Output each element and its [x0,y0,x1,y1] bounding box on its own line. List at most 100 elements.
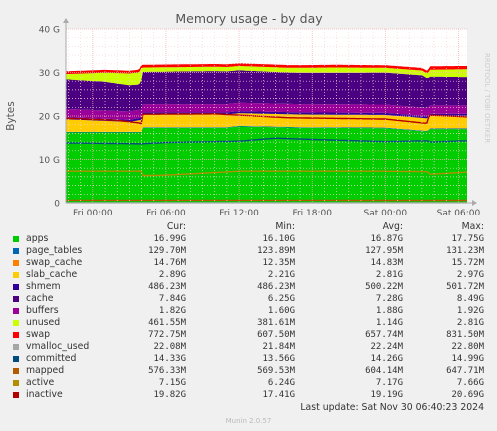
legend-name: swap [26,329,51,340]
legend-row-slab-cache: slab_cache 2.89G 2.21G 2.81G 2.97G [0,269,497,281]
x-tick-label: Fri 00:00 [73,209,113,215]
legend-header-cur: Cur: [166,221,186,232]
legend-header-max: Max: [461,221,484,232]
legend-row-unused: unused 461.55M 381.61M 1.14G 2.81G [0,317,497,329]
legend-name: shmem [26,281,61,292]
legend-max: 2.97G [456,270,484,280]
legend-name: cache [26,293,54,304]
legend-row-shmem: shmem 486.23M 486.23M 500.22M 501.72M [0,281,497,293]
memory-chart: Memory usage - by day Bytes RRDTOOL / TO… [5,11,491,215]
legend-min: 6.25G [267,294,295,304]
legend-max: 20.69G [451,390,484,400]
legend-avg: 2.81G [375,270,403,280]
legend-cur: 7.84G [158,294,186,304]
legend-swatch [13,320,19,326]
legend-row-vmalloc-used: vmalloc_used 22.08M 21.84M 22.24M 22.80M [0,341,497,353]
legend-cur: 486.23M [148,282,186,292]
legend-min: 16.10G [262,234,295,244]
legend-name: apps [26,233,49,244]
legend-name: buffers [26,305,59,316]
legend-avg: 1.88G [375,306,403,316]
legend-max: 7.66G [456,378,484,388]
legend-max: 15.72M [451,258,484,268]
legend-name: inactive [26,389,63,400]
legend-min: 607.50M [257,330,295,340]
legend-avg: 14.26G [370,354,403,364]
y-tick-label: 30 G [39,69,60,79]
x-axis-arrow [472,200,477,206]
legend-row-cache: cache 7.84G 6.25G 7.28G 8.49G [0,293,497,305]
y-axis-label: Bytes [5,101,17,130]
legend-min: 17.41G [262,390,295,400]
legend-max: 14.99G [451,354,484,364]
legend-header-avg: Avg: [382,221,403,232]
x-tick-label: Fri 12:00 [219,209,259,215]
legend-row-page-tables: page_tables 129.70M 123.89M 127.95M 131.23M [0,245,497,257]
y-tick-label: 0 [54,200,60,210]
legend-avg: 1.14G [375,318,403,328]
legend-avg: 14.83M [370,258,403,268]
legend-max: 831.50M [446,330,484,340]
legend-row-apps: apps 16.99G 16.10G 16.87G 17.75G [0,233,497,245]
legend-cur: 2.89G [158,270,186,280]
legend-name: swap_cache [26,257,83,268]
legend-row-committed: committed 14.33G 13.56G 14.26G 14.99G [0,353,497,365]
legend-cur: 461.55M [148,318,186,328]
legend-swatch [13,236,19,242]
legend-name: page_tables [26,245,83,256]
legend-max: 2.81G [456,318,484,328]
legend-cur: 1.82G [158,306,186,316]
legend-swatch [13,260,19,266]
legend-min: 486.23M [257,282,295,292]
legend-name: active [26,377,55,388]
legend-swatch [13,284,19,290]
legend-max: 17.75G [451,234,484,244]
legend-cur: 14.33G [153,354,186,364]
legend-min: 123.89M [257,246,295,256]
legend-avg: 604.14M [365,366,403,376]
legend-min: 2.21G [267,270,295,280]
chart-title: Memory usage - by day [175,11,323,26]
legend-min: 569.53M [257,366,295,376]
legend-swatch [13,356,19,362]
legend-swatch [13,308,19,314]
legend-max: 647.71M [446,366,484,376]
legend-header-min: Min: [275,221,295,232]
y-tick-label: 20 G [39,113,60,123]
y-tick-label: 40 G [39,26,60,36]
y-tick-label: 10 G [39,156,60,166]
legend-row-active: active 7.15G 6.24G 7.17G 7.66G [0,377,497,389]
legend-max: 8.49G [456,294,484,304]
legend-cur: 7.15G [158,378,186,388]
legend-swatch [13,272,19,278]
legend-avg: 127.95M [365,246,403,256]
legend-min: 1.60G [267,306,295,316]
legend-row-swap: swap 772.75M 607.50M 657.74M 831.50M [0,329,497,341]
last-update: Last update: Sat Nov 30 06:40:23 2024 [300,402,484,413]
munin-version: Munin 2.0.57 [225,417,272,425]
legend-name: slab_cache [26,269,78,280]
legend-row-swap-cache: swap_cache 14.76M 12.35M 14.83M 15.72M [0,257,497,269]
legend-avg: 657.74M [365,330,403,340]
legend-name: mapped [26,365,65,376]
legend-max: 22.80M [451,342,484,352]
legend-swatch [13,296,19,302]
legend-cur: 22.08M [153,342,186,352]
legend-row-mapped: mapped 576.33M 569.53M 604.14M 647.71M [0,365,497,377]
legend-cur: 16.99G [153,234,186,244]
legend-max: 501.72M [446,282,484,292]
legend-min: 12.35M [262,258,295,268]
legend-swatch [13,344,19,350]
legend-max: 1.92G [456,306,484,316]
legend-min: 13.56G [262,354,295,364]
rrdtool-watermark: RRDTOOL / TOBI OETIKER [483,53,491,143]
x-tick-label: Fri 18:00 [292,209,332,215]
legend-name: committed [26,353,77,364]
legend-avg: 16.87G [370,234,403,244]
y-axis-arrow [63,18,69,23]
legend-name: vmalloc_used [26,341,90,352]
x-tick-label: Sat 06:00 [437,209,481,215]
legend-cur: 772.75M [148,330,186,340]
legend-header: Cur: Min: Avg: Max: [0,221,497,233]
legend-cur: 19.82G [153,390,186,400]
